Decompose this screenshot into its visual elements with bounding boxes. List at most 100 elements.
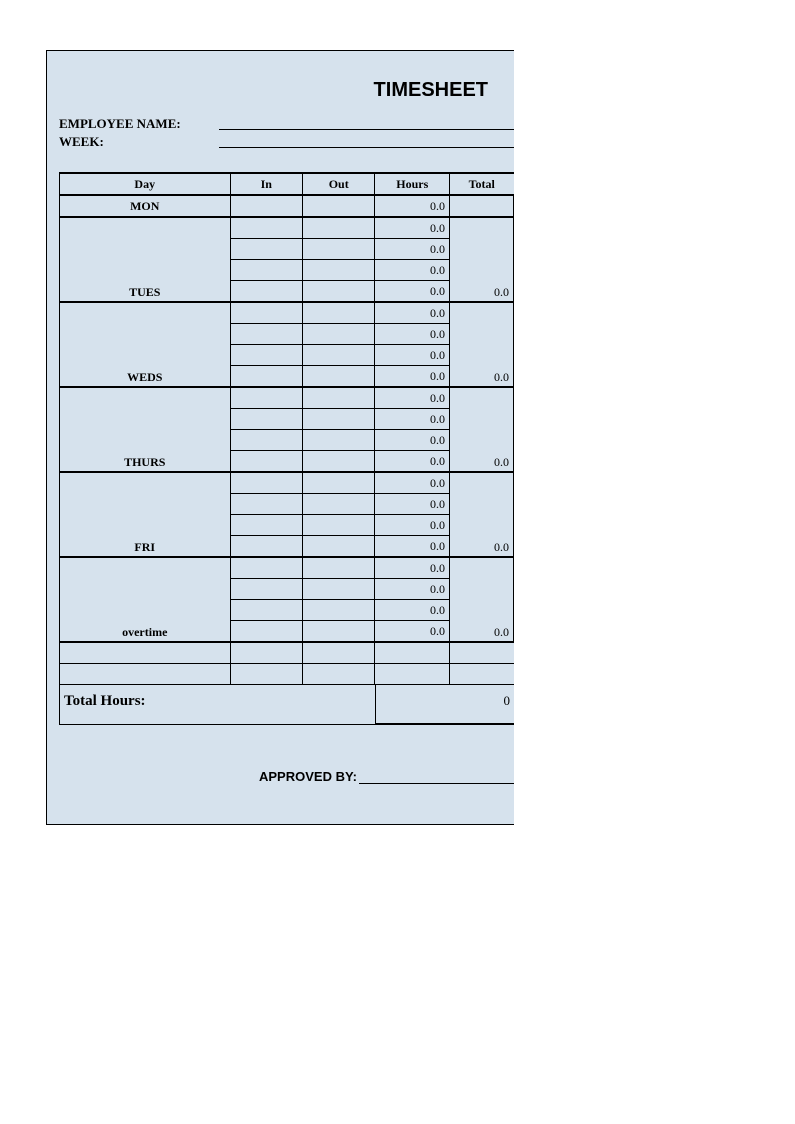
out-cell[interactable] [302, 281, 374, 303]
total-cell-weds: 0.0 [450, 302, 514, 387]
in-cell[interactable] [230, 515, 302, 536]
out-cell[interactable] [302, 621, 374, 643]
day-cell-overtime: overtime [60, 557, 231, 642]
total-cell-mon [450, 195, 514, 217]
out-cell[interactable] [302, 600, 374, 621]
hours-cell: 0.0 [375, 409, 450, 430]
in-cell[interactable] [230, 195, 302, 217]
hours-cell: 0.0 [375, 302, 450, 324]
hours-cell: 0.0 [375, 281, 450, 303]
spacer [302, 664, 374, 685]
out-cell[interactable] [302, 494, 374, 515]
hours-cell: 0.0 [375, 217, 450, 239]
approved-by-field[interactable] [359, 769, 514, 784]
spacer [230, 664, 302, 685]
spacer [450, 642, 514, 664]
hours-cell: 0.0 [375, 451, 450, 473]
out-cell[interactable] [302, 409, 374, 430]
out-cell[interactable] [302, 430, 374, 451]
hours-cell: 0.0 [375, 260, 450, 281]
hours-cell: 0.0 [375, 557, 450, 579]
hours-cell: 0.0 [375, 515, 450, 536]
spacer [60, 642, 231, 664]
in-cell[interactable] [230, 621, 302, 643]
day-cell-thurs: THURS [60, 387, 231, 472]
spacer [230, 642, 302, 664]
total-hours-label: Total Hours: [60, 685, 375, 724]
approved-by-row: APPROVED BY: [59, 769, 514, 784]
day-cell-fri: FRI [60, 472, 231, 557]
hours-cell: 0.0 [375, 387, 450, 409]
spacer [375, 642, 450, 664]
out-cell[interactable] [302, 302, 374, 324]
in-cell[interactable] [230, 260, 302, 281]
in-cell[interactable] [230, 239, 302, 260]
in-cell[interactable] [230, 536, 302, 558]
in-cell[interactable] [230, 324, 302, 345]
out-cell[interactable] [302, 366, 374, 388]
total-cell-thurs: 0.0 [450, 387, 514, 472]
col-total: Total [450, 173, 514, 195]
employee-name-label: EMPLOYEE NAME: [59, 116, 219, 132]
out-cell[interactable] [302, 217, 374, 239]
week-label: WEEK: [59, 134, 219, 150]
total-hours-value: 0 [375, 685, 514, 724]
spacer [450, 664, 514, 685]
col-day: Day [60, 173, 231, 195]
in-cell[interactable] [230, 366, 302, 388]
hours-cell: 0.0 [375, 494, 450, 515]
in-cell[interactable] [230, 409, 302, 430]
out-cell[interactable] [302, 472, 374, 494]
out-cell[interactable] [302, 536, 374, 558]
in-cell[interactable] [230, 557, 302, 579]
timesheet-title: TIMESHEET [59, 61, 514, 116]
approved-by-label: APPROVED BY: [259, 769, 357, 784]
in-cell[interactable] [230, 302, 302, 324]
out-cell[interactable] [302, 387, 374, 409]
day-cell-weds: WEDS [60, 302, 231, 387]
out-cell[interactable] [302, 260, 374, 281]
in-cell[interactable] [230, 600, 302, 621]
hours-cell: 0.0 [375, 472, 450, 494]
in-cell[interactable] [230, 472, 302, 494]
out-cell[interactable] [302, 324, 374, 345]
week-row: WEEK: [59, 134, 514, 150]
hours-cell: 0.0 [375, 345, 450, 366]
spacer [302, 642, 374, 664]
in-cell[interactable] [230, 345, 302, 366]
week-field[interactable] [219, 134, 514, 148]
spacer [375, 664, 450, 685]
hours-cell: 0.0 [375, 324, 450, 345]
out-cell[interactable] [302, 345, 374, 366]
total-cell-overtime: 0.0 [450, 557, 514, 642]
employee-name-row: EMPLOYEE NAME: [59, 116, 514, 132]
out-cell[interactable] [302, 239, 374, 260]
hours-cell: 0.0 [375, 366, 450, 388]
in-cell[interactable] [230, 451, 302, 473]
spacer [60, 664, 231, 685]
timesheet-sheet: TIMESHEET EMPLOYEE NAME: WEEK: Day In Ou… [46, 50, 514, 825]
in-cell[interactable] [230, 387, 302, 409]
employee-name-field[interactable] [219, 116, 514, 130]
col-out: Out [302, 173, 374, 195]
timesheet-table: Day In Out Hours Total MON0.0TUES0.00.00… [59, 172, 514, 685]
out-cell[interactable] [302, 579, 374, 600]
in-cell[interactable] [230, 430, 302, 451]
hours-cell: 0.0 [375, 600, 450, 621]
in-cell[interactable] [230, 494, 302, 515]
hours-cell: 0.0 [375, 430, 450, 451]
out-cell[interactable] [302, 195, 374, 217]
day-cell-tues: TUES [60, 217, 231, 302]
in-cell[interactable] [230, 579, 302, 600]
out-cell[interactable] [302, 515, 374, 536]
col-in: In [230, 173, 302, 195]
in-cell[interactable] [230, 281, 302, 303]
hours-cell: 0.0 [375, 195, 450, 217]
col-hours: Hours [375, 173, 450, 195]
total-hours-row: Total Hours: 0 [59, 685, 514, 725]
total-cell-fri: 0.0 [450, 472, 514, 557]
out-cell[interactable] [302, 557, 374, 579]
in-cell[interactable] [230, 217, 302, 239]
hours-cell: 0.0 [375, 239, 450, 260]
out-cell[interactable] [302, 451, 374, 473]
